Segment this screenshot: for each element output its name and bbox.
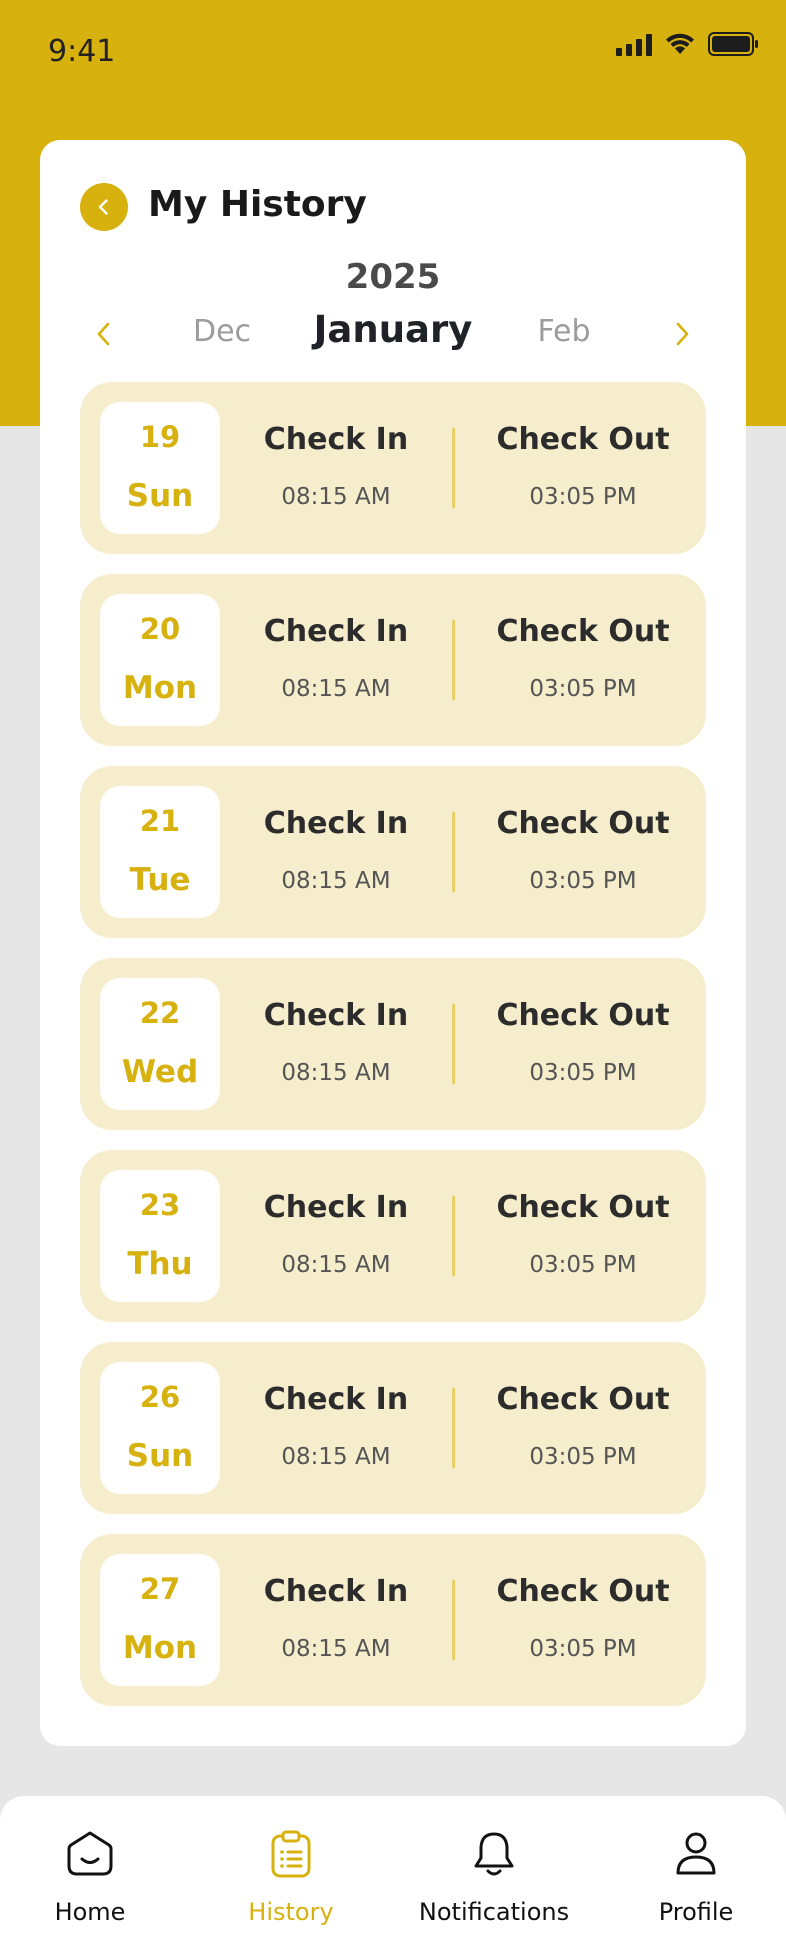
check-in-time: 08:15 AM — [281, 868, 391, 894]
year-label: 2025 — [345, 257, 441, 297]
row-divider — [452, 812, 455, 892]
check-in-label: Check In — [263, 1574, 409, 1609]
bell-icon — [466, 1826, 522, 1882]
chevron-right-icon — [676, 322, 689, 346]
next-month-label[interactable]: Feb — [504, 314, 624, 349]
date-number: 21 — [139, 804, 181, 838]
check-out-time: 03:05 PM — [529, 484, 637, 510]
history-card: My History 2025 Dec January Feb 19 Sun C… — [40, 140, 746, 1746]
signal-icon — [616, 32, 652, 56]
check-out-time: 03:05 PM — [529, 1060, 637, 1086]
current-month-label: January — [313, 308, 473, 351]
date-weekday: Thu — [127, 1246, 193, 1282]
date-box: 22 Wed — [100, 978, 220, 1110]
history-row[interactable]: 19 Sun Check In 08:15 AM Check Out 03:05… — [80, 382, 706, 554]
history-row[interactable]: 21 Tue Check In 08:15 AM Check Out 03:05… — [80, 766, 706, 938]
date-weekday: Wed — [121, 1054, 199, 1090]
check-out-label: Check Out — [496, 1574, 670, 1609]
bottom-nav: Home History Notifications Profile — [0, 1796, 786, 1950]
row-divider — [452, 1196, 455, 1276]
nav-item-history[interactable]: History — [191, 1826, 391, 1936]
nav-item-home[interactable]: Home — [0, 1826, 190, 1936]
check-in-label: Check In — [263, 614, 409, 649]
row-divider — [452, 1004, 455, 1084]
history-row[interactable]: 20 Mon Check In 08:15 AM Check Out 03:05… — [80, 574, 706, 746]
month-navigator: Dec January Feb — [40, 308, 746, 360]
check-in-time: 08:15 AM — [281, 484, 391, 510]
date-box: 20 Mon — [100, 594, 220, 726]
date-weekday: Tue — [129, 862, 191, 898]
row-divider — [452, 1388, 455, 1468]
status-time: 9:41 — [48, 34, 116, 69]
date-number: 26 — [139, 1380, 181, 1414]
check-out-label: Check Out — [496, 1190, 670, 1225]
chevron-left-icon — [98, 199, 108, 215]
home-icon — [62, 1826, 118, 1882]
check-in-label: Check In — [263, 806, 409, 841]
check-out-time: 03:05 PM — [529, 1636, 637, 1662]
next-month-button[interactable] — [660, 312, 704, 356]
prev-month-button[interactable] — [82, 312, 126, 356]
date-number: 27 — [139, 1572, 181, 1606]
row-divider — [452, 1580, 455, 1660]
check-in-label: Check In — [263, 1190, 409, 1225]
check-out-label: Check Out — [496, 422, 670, 457]
date-weekday: Mon — [122, 670, 198, 706]
check-out-time: 03:05 PM — [529, 1444, 637, 1470]
date-box: 21 Tue — [100, 786, 220, 918]
row-divider — [452, 620, 455, 700]
check-in-time: 08:15 AM — [281, 1252, 391, 1278]
status-bar: 9:41 — [0, 0, 786, 106]
nav-label-profile: Profile — [658, 1898, 734, 1926]
nav-item-notifications[interactable]: Notifications — [394, 1826, 594, 1936]
check-in-time: 08:15 AM — [281, 1636, 391, 1662]
check-out-time: 03:05 PM — [529, 676, 637, 702]
check-out-label: Check Out — [496, 1382, 670, 1417]
status-icons — [616, 32, 760, 56]
page-title: My History — [148, 184, 367, 225]
date-number: 22 — [139, 996, 181, 1030]
check-out-time: 03:05 PM — [529, 1252, 637, 1278]
date-number: 19 — [139, 420, 181, 454]
check-out-label: Check Out — [496, 806, 670, 841]
date-number: 20 — [139, 612, 181, 646]
nav-label-home: Home — [54, 1898, 126, 1926]
nav-item-profile[interactable]: Profile — [596, 1826, 786, 1936]
date-number: 23 — [139, 1188, 181, 1222]
check-in-time: 08:15 AM — [281, 676, 391, 702]
history-row[interactable]: 27 Mon Check In 08:15 AM Check Out 03:05… — [80, 1534, 706, 1706]
user-icon — [668, 1826, 724, 1882]
check-out-time: 03:05 PM — [529, 868, 637, 894]
check-in-time: 08:15 AM — [281, 1060, 391, 1086]
clipboard-icon — [263, 1826, 319, 1882]
date-weekday: Sun — [126, 1438, 194, 1474]
check-in-time: 08:15 AM — [281, 1444, 391, 1470]
date-box: 23 Thu — [100, 1170, 220, 1302]
history-row[interactable]: 22 Wed Check In 08:15 AM Check Out 03:05… — [80, 958, 706, 1130]
date-box: 26 Sun — [100, 1362, 220, 1494]
check-in-label: Check In — [263, 1382, 409, 1417]
check-in-label: Check In — [263, 998, 409, 1033]
check-out-label: Check Out — [496, 998, 670, 1033]
chevron-left-icon — [97, 322, 110, 346]
history-row[interactable]: 26 Sun Check In 08:15 AM Check Out 03:05… — [80, 1342, 706, 1514]
battery-icon — [708, 32, 760, 56]
date-box: 19 Sun — [100, 402, 220, 534]
wifi-icon — [664, 32, 696, 56]
check-out-label: Check Out — [496, 614, 670, 649]
nav-label-history: History — [248, 1898, 334, 1926]
date-weekday: Mon — [122, 1630, 198, 1666]
date-weekday: Sun — [126, 478, 194, 514]
row-divider — [452, 428, 455, 508]
nav-label-notifications: Notifications — [418, 1898, 570, 1926]
back-button[interactable] — [80, 183, 128, 231]
date-box: 27 Mon — [100, 1554, 220, 1686]
check-in-label: Check In — [263, 422, 409, 457]
history-row[interactable]: 23 Thu Check In 08:15 AM Check Out 03:05… — [80, 1150, 706, 1322]
